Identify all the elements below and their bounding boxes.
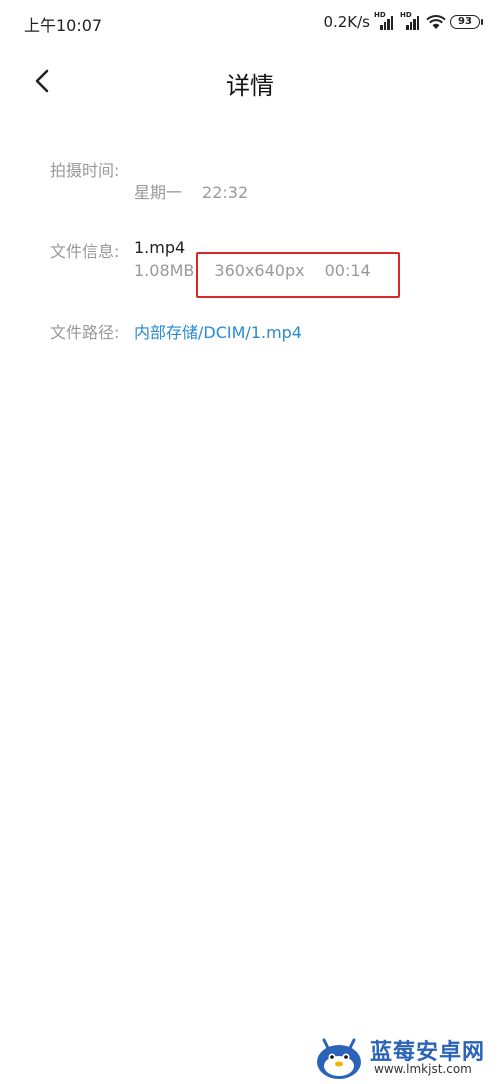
hd-badge: HD: [374, 11, 386, 19]
file-info-label: 文件信息:: [50, 242, 120, 261]
capture-time-value: 星期一 22:32: [134, 179, 248, 203]
time: 22:32: [202, 183, 249, 202]
watermark: 蓝莓安卓网 www.lmkjst.com: [314, 1032, 494, 1079]
status-bar: 上午10:07 0.2K/s HD HD 93: [0, 0, 500, 44]
signal-icon: HD: [400, 11, 422, 30]
battery-level: 93: [458, 16, 472, 27]
status-time: 上午10:07: [24, 16, 103, 35]
highlight-box: [196, 252, 400, 298]
capture-time-label: 拍摄时间:: [50, 161, 120, 180]
file-size: 1.08MB: [134, 261, 195, 280]
hd-badge: HD: [400, 11, 412, 19]
file-path-link[interactable]: 内部存储/DCIM/1.mp4: [134, 319, 302, 343]
weekday: 星期一: [134, 183, 183, 202]
file-path-label: 文件路径:: [50, 323, 120, 342]
status-icons: 0.2K/s HD HD 93: [323, 11, 483, 32]
wifi-icon: [426, 15, 446, 29]
header: 详情: [0, 52, 500, 112]
signal-icon: HD: [374, 11, 396, 30]
file-name: 1.mp4: [134, 238, 186, 257]
network-speed: 0.2K/s: [323, 13, 370, 31]
watermark-url: www.lmkjst.com: [374, 1062, 472, 1076]
page-title: 详情: [226, 72, 274, 100]
mascot-logo-icon: [317, 1038, 361, 1079]
battery-icon: 93: [450, 15, 483, 29]
